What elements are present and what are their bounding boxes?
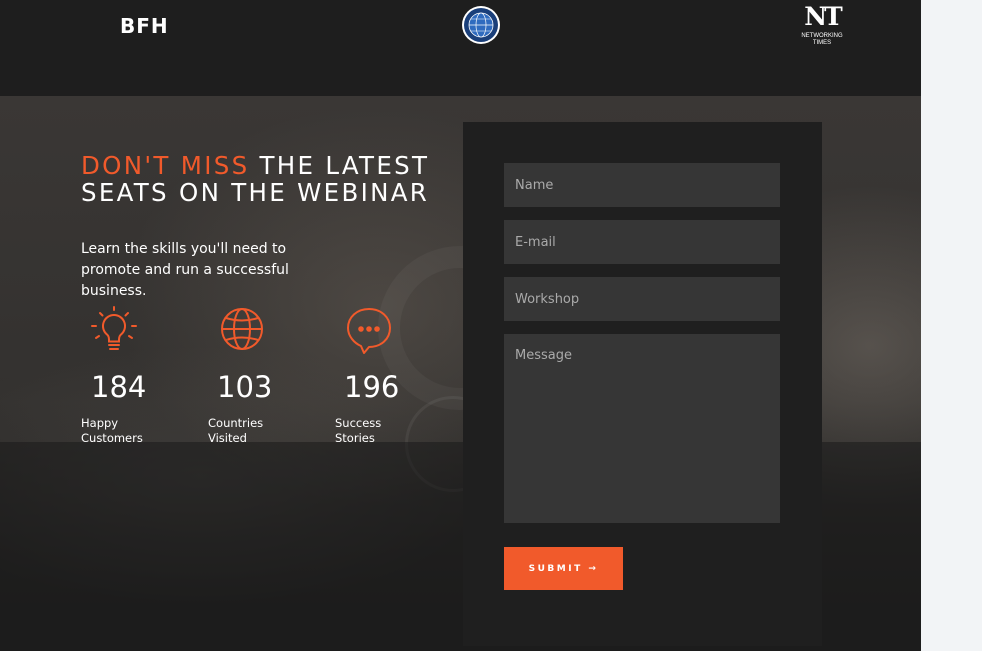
stat-countries-visited: 103 Countries Visited <box>208 305 318 445</box>
stat-label-line1: Happy <box>81 416 119 430</box>
globe-icon <box>221 308 263 350</box>
stat-value: 103 <box>217 370 273 404</box>
message-field[interactable] <box>504 334 780 523</box>
nt-mark: NT <box>804 2 842 31</box>
stat-label-line2: Stories <box>335 431 375 445</box>
globe-seal-icon <box>462 6 500 44</box>
email-field[interactable] <box>504 220 780 264</box>
stat-success-stories: 196 Success Stories <box>335 305 445 445</box>
bfh-logo[interactable]: BFH <box>120 14 169 38</box>
name-field[interactable] <box>504 163 780 207</box>
stat-value: 196 <box>344 370 400 404</box>
stat-value: 184 <box>91 370 147 404</box>
stat-label: Countries Visited <box>208 416 288 446</box>
headline-accent: DON'T MISS <box>81 151 250 180</box>
top-bar: BFH NT NETWORKING TIMES <box>0 0 921 96</box>
stat-label-line1: Countries <box>208 416 264 430</box>
chat-bubble-icon <box>347 308 391 354</box>
subtitle: Learn the skills you'll need to promote … <box>81 241 289 299</box>
page-scroll-area[interactable] <box>921 0 982 651</box>
headline-line2: SEATS ON THE WEBINAR <box>81 178 430 207</box>
landing-page: BFH NT NETWORKING TIMES DON'T MISS THE L… <box>0 0 921 651</box>
stat-label: Happy Customers <box>81 416 161 446</box>
networking-times-logo[interactable]: NT NETWORKING TIMES <box>796 4 848 47</box>
submit-button[interactable]: SUBMIT → <box>504 547 623 590</box>
nt-text-line2: TIMES <box>812 40 832 46</box>
stat-label-line2: Customers <box>81 431 143 445</box>
workshop-field[interactable] <box>504 277 780 321</box>
lightbulb-icon <box>91 306 137 350</box>
stat-label: Success Stories <box>335 416 415 446</box>
stat-label-line1: Success <box>335 416 382 430</box>
headline: DON'T MISS THE LATEST SEATS ON THE WEBIN… <box>81 152 429 206</box>
signup-form: SUBMIT → <box>463 122 822 646</box>
headline-rest: THE LATEST <box>249 151 430 180</box>
stat-happy-customers: 184 Happy Customers <box>81 305 191 445</box>
stat-label-line2: Visited <box>208 431 247 445</box>
nt-text-line1: NETWORKING <box>801 33 843 39</box>
